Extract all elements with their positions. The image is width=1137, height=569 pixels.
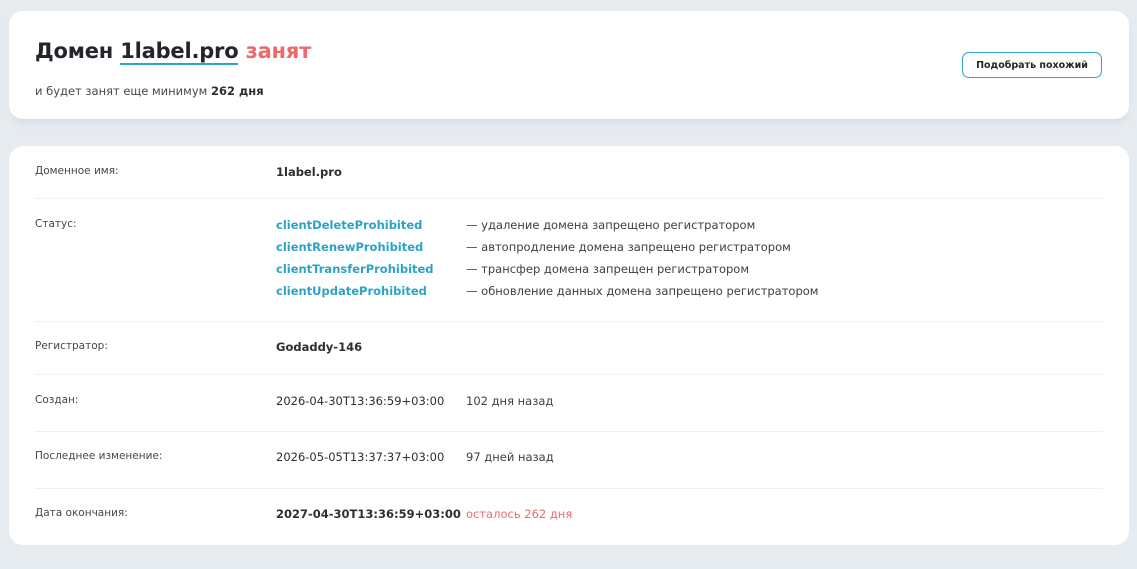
updated-ago: 97 дней назад	[466, 450, 554, 464]
domain-name-label: Доменное имя:	[35, 165, 119, 177]
status-label: Статус:	[35, 218, 77, 230]
domain-name-value: 1label.pro	[276, 165, 342, 179]
created-label: Создан:	[35, 394, 79, 406]
status-description: — обновление данных домена запрещено рег…	[466, 284, 819, 298]
page-title: Домен 1label.pro занят	[35, 39, 312, 65]
row-updated: Последнее изменение: 2026-05-05T13:37:37…	[9, 432, 1129, 489]
busy-duration-text: и будет занят еще минимум 262 дня	[35, 84, 264, 98]
title-prefix: Домен	[35, 39, 114, 63]
status-item: clientTransferProhibited — трансфер доме…	[276, 262, 976, 278]
row-domain-name: Доменное имя: 1label.pro	[9, 146, 1129, 199]
status-description: — автопродление домена запрещено регистр…	[466, 240, 791, 254]
whois-details-card: Доменное имя: 1label.pro Статус: clientD…	[9, 146, 1129, 545]
domain-name-link[interactable]: 1label.pro	[120, 39, 239, 65]
row-registrar: Регистратор: Godaddy-146	[9, 322, 1129, 375]
status-code-link[interactable]: clientDeleteProhibited	[276, 218, 422, 232]
domain-status-busy: занят	[245, 39, 312, 63]
updated-value: 2026-05-05T13:37:37+03:00	[276, 450, 445, 464]
status-item: clientUpdateProhibited — обновление данн…	[276, 284, 976, 300]
updated-label: Последнее изменение:	[35, 450, 163, 462]
status-code-link[interactable]: clientTransferProhibited	[276, 262, 434, 276]
row-status: Статус: clientDeleteProhibited — удалени…	[9, 199, 1129, 322]
status-item: clientDeleteProhibited — удаление домена…	[276, 218, 976, 234]
row-created: Создан: 2026-04-30T13:36:59+03:00 102 дн…	[9, 375, 1129, 432]
created-value: 2026-04-30T13:36:59+03:00	[276, 394, 445, 408]
status-code-link[interactable]: clientRenewProhibited	[276, 240, 423, 254]
registrar-label: Регистратор:	[35, 340, 108, 352]
registrar-value: Godaddy-146	[276, 340, 363, 354]
expires-label: Дата окончания:	[35, 507, 128, 519]
expires-value: 2027-04-30T13:36:59+03:00	[276, 507, 461, 521]
status-code-link[interactable]: clientUpdateProhibited	[276, 284, 427, 298]
status-description: — трансфер домена запрещен регистратором	[466, 262, 750, 276]
domain-header-card: Домен 1label.pro занят и будет занят еще…	[9, 11, 1129, 119]
status-item: clientRenewProhibited — автопродление до…	[276, 240, 976, 256]
row-expires: Дата окончания: 2027-04-30T13:36:59+03:0…	[9, 489, 1129, 545]
created-ago: 102 дня назад	[466, 394, 554, 408]
status-description: — удаление домена запрещено регистраторо…	[466, 218, 756, 232]
busy-duration-prefix: и будет занят еще минимум	[35, 84, 208, 98]
busy-duration-days: 262 дня	[210, 84, 264, 98]
find-similar-button[interactable]: Подобрать похожий	[962, 52, 1102, 78]
expires-remaining: осталось 262 дня	[466, 507, 573, 521]
